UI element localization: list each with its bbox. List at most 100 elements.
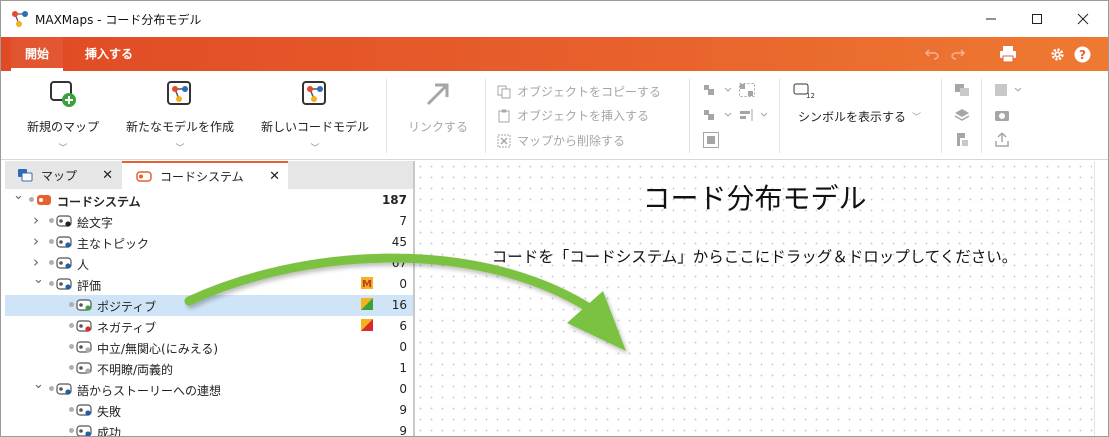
tree-row[interactable]: ⌄ コードシステム 187 [5, 190, 413, 211]
delete-icon [497, 134, 511, 147]
pin-icon[interactable] [954, 132, 970, 148]
puzzle-icon[interactable] [994, 83, 1024, 97]
tree-item-label: 主なトピック [77, 237, 150, 251]
camera-icon[interactable] [994, 108, 1010, 122]
tab-code-system[interactable]: コードシステム ✕ [122, 161, 288, 189]
delete-from-map-label: マップから削除する [517, 134, 626, 148]
collapse-chevron-icon[interactable]: ⌄ [33, 272, 44, 287]
expand-chevron-icon[interactable]: › [33, 253, 39, 271]
show-symbols-label: シンボルを表示する [798, 110, 907, 124]
expand-chevron-icon[interactable]: › [33, 232, 39, 250]
tree-item-label: コードシステム [57, 195, 141, 209]
copy-object-button[interactable]: オブジェクトをコピーする [497, 83, 661, 100]
undo-icon[interactable] [925, 48, 939, 60]
tree-row[interactable]: ポジティブ 16 [5, 295, 413, 316]
chevron-down-icon: ﹀ [912, 113, 922, 123]
close-tab-icon[interactable]: ✕ [269, 169, 280, 184]
tree-row[interactable]: ネガティブ 6 [5, 316, 413, 337]
code-icon [76, 362, 92, 374]
tree-item-label: 人 [77, 258, 90, 272]
panel-tab-bar: マップ ✕ コードシステム ✕ [5, 161, 413, 189]
close-icon [1077, 13, 1089, 25]
tree-item-label: 絵文字 [77, 216, 114, 230]
minimize-button[interactable] [968, 1, 1014, 37]
tree-item-count: 9 [399, 424, 407, 436]
tree-bullet [49, 218, 54, 223]
chevron-down-icon[interactable]: ﹀ [117, 141, 243, 154]
copy-icon [497, 85, 511, 98]
chevron-down-icon[interactable]: ﹀ [19, 141, 107, 154]
fit-icon[interactable] [703, 132, 719, 148]
svg-text:?: ? [1079, 48, 1086, 62]
collapse-chevron-icon[interactable]: ⌄ [33, 377, 44, 392]
tree-row[interactable]: ⌄ 語からストーリーへの連想 0 [5, 377, 413, 400]
code-icon [56, 236, 72, 248]
tree-bullet [49, 260, 54, 265]
window-title: MAXMaps - コード分布モデル [35, 13, 202, 27]
app-window: MAXMaps - コード分布モデル 開始 挿入する ? 新規のマップ ﹀ 新た… [0, 0, 1109, 437]
tree-item-count: 0 [399, 340, 407, 354]
tab-maps[interactable]: マップ ✕ [5, 161, 121, 189]
new-map-button[interactable]: 新規のマップ ﹀ [19, 79, 107, 154]
redo-icon[interactable] [951, 48, 965, 60]
delete-from-map-button[interactable]: マップから削除する [497, 132, 625, 149]
symbol-123-icon[interactable]: 123 [793, 83, 815, 99]
tree-item-label: 不明瞭/両義的 [97, 363, 174, 377]
tree-row[interactable]: ⌄ 評価 M 0 [5, 272, 413, 295]
canvas-scrollbar[interactable] [1094, 161, 1108, 436]
new-code-model-button[interactable]: 新しいコードモデル ﹀ [253, 79, 377, 154]
close-tab-icon[interactable]: ✕ [102, 168, 113, 183]
tab-insert[interactable]: 挿入する [71, 37, 147, 71]
chevron-down-icon[interactable]: ﹀ [253, 141, 377, 154]
layers-icon[interactable] [954, 108, 970, 122]
tree-row[interactable]: › 主なトピック 45 [5, 232, 413, 253]
tree-item-label: 語からストーリーへの連想 [77, 384, 222, 398]
ribbon-divider [941, 79, 942, 153]
insert-object-label: オブジェクトを挿入する [517, 109, 650, 123]
link-button[interactable]: リンクする [399, 79, 477, 135]
map-canvas[interactable]: コード分布モデル コードを「コードシステム」からここにドラッグ＆ドロップしてくだ… [415, 161, 1094, 436]
tree-row[interactable]: 中立/無関心(にみえる) 0 [5, 337, 413, 358]
tree-item-label: 評価 [77, 279, 102, 293]
code-icon [76, 341, 92, 353]
tree-bullet [69, 344, 74, 349]
tree-item-count: 0 [399, 277, 407, 291]
duplicate-icon[interactable] [954, 83, 970, 97]
new-model-button[interactable]: 新たなモデルを作成 ﹀ [117, 79, 243, 154]
align-objects-icon[interactable] [703, 83, 733, 97]
export-icon[interactable] [994, 132, 1010, 148]
tree-bullet [69, 365, 74, 370]
settings-gear-icon[interactable] [1050, 47, 1065, 62]
ribbon-tab-bar: 開始 挿入する ? [1, 37, 1108, 71]
link-arrow-icon [426, 83, 449, 106]
tree-row[interactable]: 失敗 9 [5, 400, 413, 421]
canvas-title: コード分布モデル [642, 182, 867, 215]
distribute-icon[interactable] [739, 83, 755, 97]
show-symbols-dropdown[interactable]: シンボルを表示する ﹀ [798, 108, 921, 125]
tree-item-count: 6 [399, 319, 407, 333]
tree-row[interactable]: › 絵文字 7 [5, 211, 413, 232]
help-icon[interactable]: ? [1074, 46, 1091, 63]
tree-row[interactable]: 不明瞭/両義的 1 [5, 358, 413, 379]
arrange-icon[interactable] [703, 108, 733, 122]
tree-bullet [49, 281, 54, 286]
tab-home[interactable]: 開始 [11, 37, 64, 71]
close-window-button[interactable] [1060, 1, 1106, 37]
ribbon-divider [485, 79, 486, 153]
print-icon[interactable] [999, 45, 1017, 63]
size-icon[interactable] [739, 108, 769, 122]
insert-object-button[interactable]: オブジェクトを挿入する [497, 107, 649, 124]
tree-item-count: 187 [381, 193, 407, 207]
maximize-button[interactable] [1014, 1, 1060, 37]
maximize-icon [1032, 14, 1042, 24]
tree-bullet [29, 197, 34, 202]
new-model-icon [167, 81, 191, 105]
tab-code-system-label: コードシステム [160, 169, 244, 184]
code-icon [76, 320, 92, 332]
expand-chevron-icon[interactable]: › [33, 211, 39, 229]
collapse-chevron-icon[interactable]: ⌄ [13, 190, 24, 203]
tree-row[interactable]: 成功 9 [5, 421, 413, 436]
tree-row[interactable]: › 人 67 [5, 253, 413, 274]
paste-icon [498, 109, 510, 122]
ribbon-toolbar: 新規のマップ ﹀ 新たなモデルを作成 ﹀ 新しいコードモデル ﹀ リンクする オ… [1, 71, 1108, 160]
